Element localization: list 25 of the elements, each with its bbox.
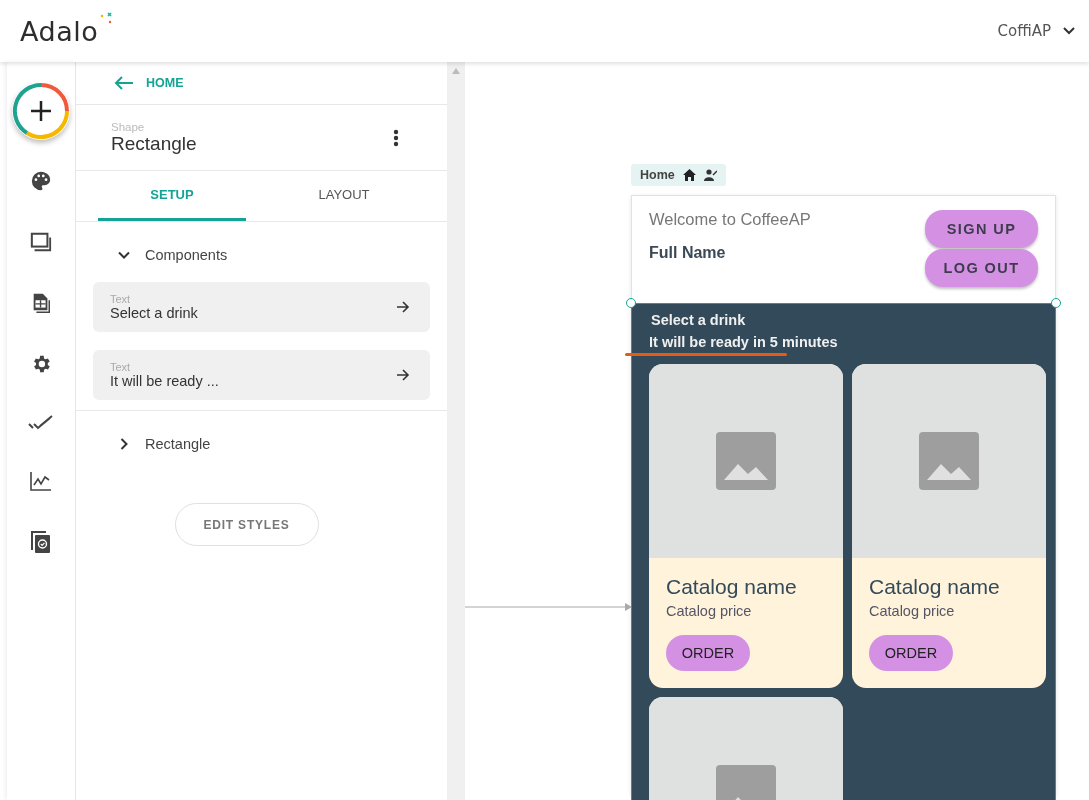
- component-item[interactable]: Text It will be ready ...: [93, 350, 430, 400]
- welcome-text: Welcome to CoffeeAP: [649, 210, 811, 229]
- order-button[interactable]: ORDER: [869, 635, 953, 671]
- header-button[interactable]: LOG OUT: [925, 249, 1038, 287]
- section-toggle[interactable]: Rectangle: [93, 435, 430, 453]
- heading-text: Select a drink: [650, 312, 747, 328]
- component-title: Rectangle: [111, 132, 197, 155]
- catalog-name: Catalog name: [869, 575, 1000, 599]
- edit-styles-button[interactable]: EDIT STYLES: [174, 503, 319, 546]
- section-toggle[interactable]: Components: [93, 246, 430, 264]
- type-label: Shape: [111, 120, 146, 133]
- tab[interactable]: LAYOUT: [246, 171, 442, 221]
- component-item[interactable]: Text Select a drink: [93, 282, 430, 332]
- screen-label[interactable]: Home: [631, 164, 726, 186]
- subtitle-text: It will be ready in 5 minutes: [649, 334, 839, 350]
- product-card[interactable]: Catalog name Catalog price ORDER: [852, 364, 1046, 688]
- logo[interactable]: Adalo: [20, 15, 99, 47]
- product-card[interactable]: Catalog name Catalog price ORDER: [649, 364, 843, 688]
- catalog-price: Catalog price: [666, 603, 752, 619]
- catalog-price: Catalog price: [869, 603, 955, 619]
- header-button[interactable]: SIGN UP: [925, 210, 1038, 248]
- full-name-text: Full Name: [649, 244, 727, 262]
- order-button[interactable]: ORDER: [666, 635, 750, 671]
- catalog-name: Catalog name: [666, 575, 797, 599]
- app-switcher[interactable]: CoffiAP: [991, 21, 1081, 41]
